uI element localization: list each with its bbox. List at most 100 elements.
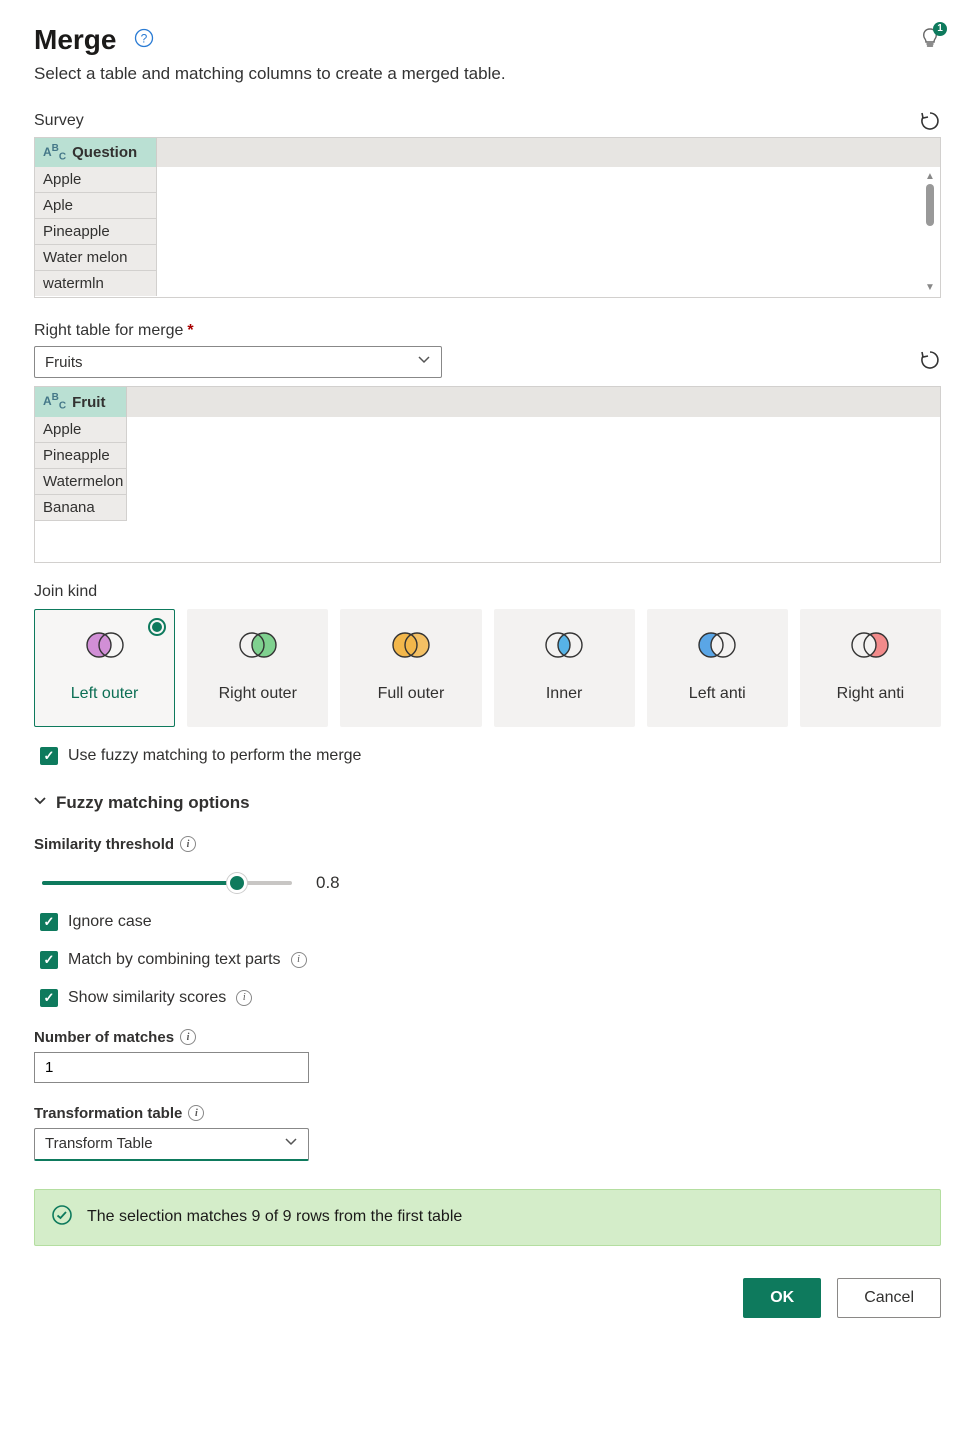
right-table-grid[interactable]: ABC Fruit Apple Pineapple Watermelon Ban… [34,386,941,562]
combine-label: Match by combining text parts [68,951,281,969]
chevron-down-icon [417,353,431,371]
tip-count-badge: 1 [933,22,947,36]
type-text-icon: ABC [43,392,66,411]
refresh-icon[interactable] [919,349,941,376]
ok-button[interactable]: OK [743,1278,821,1318]
venn-left-anti-icon [694,630,740,660]
dialog-footer: OK Cancel [34,1278,941,1318]
show-scores-label: Show similarity scores [68,989,226,1007]
type-text-icon: ABC [43,143,66,162]
scroll-down-icon[interactable]: ▼ [925,282,935,293]
join-name: Inner [546,674,582,714]
grid-header-spacer [127,387,940,416]
refresh-icon[interactable] [919,110,941,137]
threshold-label-text: Similarity threshold [34,836,174,853]
help-icon[interactable]: ? [134,28,154,53]
venn-inner-icon [541,630,587,660]
column-name: Question [72,144,137,161]
join-inner[interactable]: Inner [494,609,635,727]
join-name: Right anti [837,674,905,714]
left-table-grid[interactable]: ABC Question Apple Aple Pineapple Water … [34,137,941,298]
cancel-button[interactable]: Cancel [837,1278,941,1318]
info-icon[interactable]: i [291,952,307,968]
join-left-anti[interactable]: Left anti [647,609,788,727]
show-scores-row[interactable]: ✓ Show similarity scores i [40,989,941,1007]
slider-track[interactable] [42,881,292,885]
column-header-fruit[interactable]: ABC Fruit [35,387,127,416]
join-right-outer[interactable]: Right outer [187,609,328,727]
slider-handle[interactable] [227,873,247,893]
matches-label-text: Number of matches [34,1029,174,1046]
required-indicator: * [187,322,193,340]
transform-label: Transformation table i [34,1105,941,1122]
left-table-label-row: Survey [34,110,941,137]
info-icon[interactable]: i [180,1029,196,1045]
table-row[interactable]: Water melon [35,245,157,271]
slider-fill [42,881,242,885]
status-bar: The selection matches 9 of 9 rows from t… [34,1189,941,1246]
lightbulb-tip-icon[interactable]: 1 [919,26,941,55]
venn-full-outer-icon [388,630,434,660]
table-row[interactable]: Banana [35,495,127,521]
radio-selected-icon [148,618,166,636]
combine-row[interactable]: ✓ Match by combining text parts i [40,951,941,969]
info-icon[interactable]: i [236,990,252,1006]
vertical-scrollbar[interactable]: ▲ ▼ [924,171,936,293]
table-row[interactable]: Watermelon [35,469,127,495]
title-row: Merge ? [34,24,154,56]
venn-right-outer-icon [235,630,281,660]
right-table-selected: Fruits [45,354,83,371]
join-right-anti[interactable]: Right anti [800,609,941,727]
fuzzy-options-toggle[interactable]: Fuzzy matching options [32,793,941,814]
join-name: Right outer [219,674,297,714]
threshold-slider[interactable]: 0.8 [42,873,941,893]
table-row[interactable]: Pineapple [35,443,127,469]
transform-table-value: Transform Table [45,1135,153,1152]
grid-header-row: ABC Fruit [35,387,940,416]
info-icon[interactable]: i [180,836,196,852]
page-title: Merge [34,24,116,56]
table-row[interactable]: Apple [35,417,127,443]
join-name: Left anti [689,674,746,714]
right-table-label: Right table for merge * [34,322,941,340]
chevron-down-icon [32,793,48,814]
left-table-label: Survey [34,112,84,130]
right-table-select[interactable]: Fruits [34,346,442,378]
column-name: Fruit [72,394,105,411]
table-row[interactable]: watermln [35,271,157,296]
dialog-subtitle: Select a table and matching columns to c… [34,64,941,84]
chevron-down-icon [284,1135,298,1153]
join-kind-label: Join kind [34,583,941,601]
matches-input[interactable] [34,1052,309,1083]
threshold-label: Similarity threshold i [34,836,941,853]
checkbox-checked-icon[interactable]: ✓ [40,747,58,765]
transform-label-text: Transformation table [34,1105,182,1122]
status-text: The selection matches 9 of 9 rows from t… [87,1208,462,1226]
checkbox-checked-icon[interactable]: ✓ [40,989,58,1007]
svg-text:?: ? [141,31,148,45]
scroll-thumb[interactable] [926,184,934,226]
join-full-outer[interactable]: Full outer [340,609,481,727]
scroll-up-icon[interactable]: ▲ [925,171,935,182]
use-fuzzy-label: Use fuzzy matching to perform the merge [68,747,361,765]
join-kind-row: Left outer Right outer Full outer Inner … [34,609,941,727]
table-row[interactable]: Aple [35,193,157,219]
ignore-case-row[interactable]: ✓ Ignore case [40,913,941,931]
column-header-question[interactable]: ABC Question [35,138,157,167]
right-table-label-text: Right table for merge [34,322,183,340]
info-icon[interactable]: i [188,1105,204,1121]
checkbox-checked-icon[interactable]: ✓ [40,951,58,969]
dialog-header: Merge ? 1 [34,24,941,56]
right-table-body[interactable]: Apple Pineapple Watermelon Banana [35,417,940,562]
join-left-outer[interactable]: Left outer [34,609,175,727]
checkbox-checked-icon[interactable]: ✓ [40,913,58,931]
venn-left-outer-icon [82,630,128,660]
table-row[interactable]: Pineapple [35,219,157,245]
left-table-body[interactable]: Apple Aple Pineapple Water melon waterml… [35,167,940,297]
table-row[interactable]: Apple [35,167,157,193]
transform-table-select[interactable]: Transform Table [34,1128,309,1161]
check-circle-icon [51,1204,73,1231]
venn-right-anti-icon [847,630,893,660]
use-fuzzy-row[interactable]: ✓ Use fuzzy matching to perform the merg… [40,747,941,765]
join-name: Full outer [378,674,445,714]
